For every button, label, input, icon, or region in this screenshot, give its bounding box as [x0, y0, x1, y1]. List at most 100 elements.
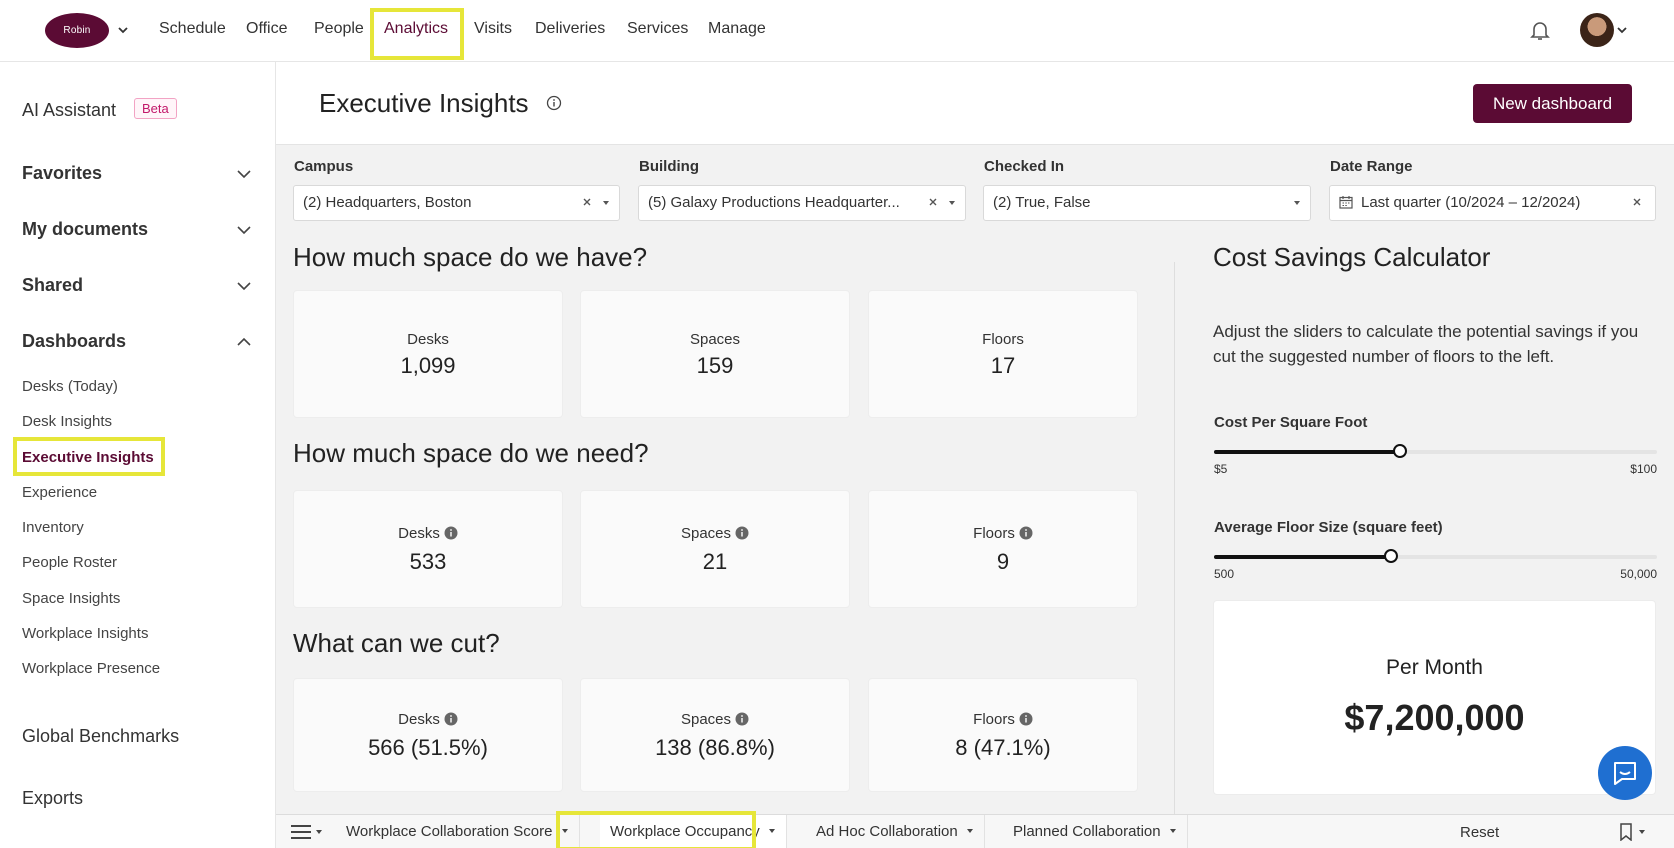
card-label: Spaces	[680, 711, 732, 728]
cost-slider-thumb[interactable]	[1393, 444, 1408, 458]
campus-filter[interactable]: (2) Headquarters, Boston	[293, 185, 620, 221]
nav-office[interactable]: Office	[246, 20, 288, 38]
info-icon[interactable]	[546, 95, 562, 111]
card-value: 8 (47.1%)	[955, 735, 1051, 760]
sidebar-item-experience[interactable]: Experience	[22, 484, 97, 501]
info-icon[interactable]	[735, 526, 749, 540]
cost-slider-fill	[1214, 450, 1401, 454]
caret-down-icon[interactable]	[1169, 827, 1177, 835]
section-title-have: How much space do we have?	[293, 242, 648, 272]
cut-spaces-card: Spaces 138 (86.8%)	[580, 678, 850, 792]
sidebar-section-favorites[interactable]: Favorites	[22, 163, 102, 184]
cost-per-sqft-slider[interactable]	[1214, 444, 1657, 458]
sidebar-section-dashboards[interactable]: Dashboards	[22, 331, 126, 352]
info-icon[interactable]	[444, 712, 458, 726]
sidebar-item-people-roster[interactable]: People Roster	[22, 554, 117, 571]
date-range-filter-label: Date Range	[1330, 158, 1413, 175]
chevron-down-icon[interactable]	[236, 166, 252, 182]
reset-button[interactable]: Reset	[1460, 824, 1499, 841]
sidebar-section-shared[interactable]: Shared	[22, 275, 83, 296]
chevron-down-icon[interactable]	[236, 222, 252, 238]
bell-icon[interactable]	[1528, 18, 1552, 42]
sidebar-item-executive-insights[interactable]: Executive Insights	[22, 449, 154, 466]
card-value: 138 (86.8%)	[655, 735, 775, 760]
nav-services[interactable]: Services	[627, 20, 688, 38]
tab-workplace-collaboration-score[interactable]: Workplace Collaboration Score	[336, 815, 580, 848]
caret-down-icon[interactable]	[768, 827, 776, 835]
chat-button[interactable]	[1598, 746, 1652, 800]
logo-text: Robin	[63, 25, 91, 36]
ai-assistant-link[interactable]: AI Assistant	[22, 100, 116, 121]
floor-slider-min: 500	[1214, 567, 1235, 581]
sidebar-section-my-documents[interactable]: My documents	[22, 219, 148, 240]
nav-analytics[interactable]: Analytics	[384, 20, 448, 38]
cost-slider-min: $5	[1214, 462, 1228, 476]
caret-down-icon[interactable]	[601, 198, 611, 208]
close-icon[interactable]	[928, 197, 938, 207]
top-nav: Robin Schedule Office People Analytics V…	[0, 0, 1674, 62]
avatar[interactable]	[1580, 13, 1614, 47]
new-dashboard-button[interactable]: New dashboard	[1473, 84, 1632, 123]
chevron-down-icon[interactable]	[236, 278, 252, 294]
chevron-down-icon[interactable]	[117, 24, 129, 36]
section-title-need: How much space do we need?	[293, 438, 649, 468]
card-value: 533	[409, 549, 447, 574]
robin-logo[interactable]: Robin	[45, 13, 109, 48]
tab-planned-collaboration[interactable]: Planned Collaboration	[1003, 815, 1188, 848]
info-icon[interactable]	[1019, 712, 1033, 726]
checked-in-filter[interactable]: (2) True, False	[983, 185, 1311, 221]
nav-deliveries[interactable]: Deliveries	[535, 20, 605, 38]
building-filter[interactable]: (5) Galaxy Productions Headquarter...	[638, 185, 966, 221]
sidebar-item-exports[interactable]: Exports	[22, 788, 83, 809]
caret-down-icon[interactable]	[561, 827, 569, 835]
building-filter-value: (5) Galaxy Productions Headquarter...	[648, 194, 900, 211]
info-icon[interactable]	[444, 526, 458, 540]
tab-label: Workplace Collaboration Score	[346, 823, 553, 840]
sidebar-item-workplace-insights[interactable]: Workplace Insights	[22, 625, 148, 642]
floor-slider-thumb[interactable]	[1384, 549, 1399, 563]
sidebar-item-global-benchmarks[interactable]: Global Benchmarks	[22, 726, 179, 747]
tab-ad-hoc-collaboration[interactable]: Ad Hoc Collaboration	[806, 815, 985, 848]
tab-workplace-occupancy[interactable]: Workplace Occupancy	[600, 815, 787, 848]
caret-down-icon[interactable]	[315, 828, 323, 836]
building-filter-label: Building	[639, 158, 699, 175]
sidebar-item-inventory[interactable]: Inventory	[22, 519, 84, 536]
nav-manage[interactable]: Manage	[708, 20, 766, 38]
card-label: Floors	[982, 331, 1024, 348]
menu-icon[interactable]	[290, 824, 312, 840]
per-month-label: Per Month	[1386, 656, 1483, 679]
campus-filter-label: Campus	[294, 158, 354, 175]
chevron-up-icon[interactable]	[236, 334, 252, 350]
need-spaces-card: Spaces 21	[580, 490, 850, 608]
sidebar-item-desk-insights[interactable]: Desk Insights	[22, 413, 112, 430]
info-icon[interactable]	[735, 712, 749, 726]
nav-visits[interactable]: Visits	[474, 20, 512, 38]
nav-schedule[interactable]: Schedule	[159, 20, 226, 38]
caret-down-icon[interactable]	[1292, 198, 1302, 208]
avg-floor-size-slider[interactable]	[1214, 549, 1657, 563]
info-icon[interactable]	[1019, 526, 1033, 540]
floor-slider-max: 50,000	[1620, 567, 1657, 581]
have-spaces-card: Spaces 159	[580, 290, 850, 418]
sidebar-item-workplace-presence[interactable]: Workplace Presence	[22, 660, 160, 677]
caret-down-icon[interactable]	[1638, 828, 1646, 836]
card-label: Desks	[398, 711, 440, 728]
checked-in-filter-label: Checked In	[984, 158, 1065, 175]
need-floors-card: Floors 9	[868, 490, 1138, 608]
chevron-down-icon[interactable]	[1616, 24, 1628, 36]
page-title: Executive Insights	[319, 88, 529, 118]
card-label: Desks	[398, 525, 440, 542]
sidebar-item-desks-today[interactable]: Desks (Today)	[22, 378, 118, 395]
caret-down-icon[interactable]	[947, 198, 957, 208]
caret-down-icon[interactable]	[966, 827, 974, 835]
beta-badge: Beta	[134, 98, 177, 119]
sidebar-item-space-insights[interactable]: Space Insights	[22, 590, 120, 607]
floor-slider-label: Average Floor Size (square feet)	[1214, 519, 1443, 536]
date-range-filter-value: Last quarter (10/2024 – 12/2024)	[1361, 194, 1581, 211]
date-range-filter[interactable]: Last quarter (10/2024 – 12/2024)	[1329, 185, 1656, 221]
card-value: 159	[696, 353, 734, 378]
close-icon[interactable]	[582, 197, 592, 207]
bookmark-icon[interactable]	[1619, 823, 1633, 841]
close-icon[interactable]	[1632, 197, 1642, 207]
nav-people[interactable]: People	[314, 20, 364, 38]
